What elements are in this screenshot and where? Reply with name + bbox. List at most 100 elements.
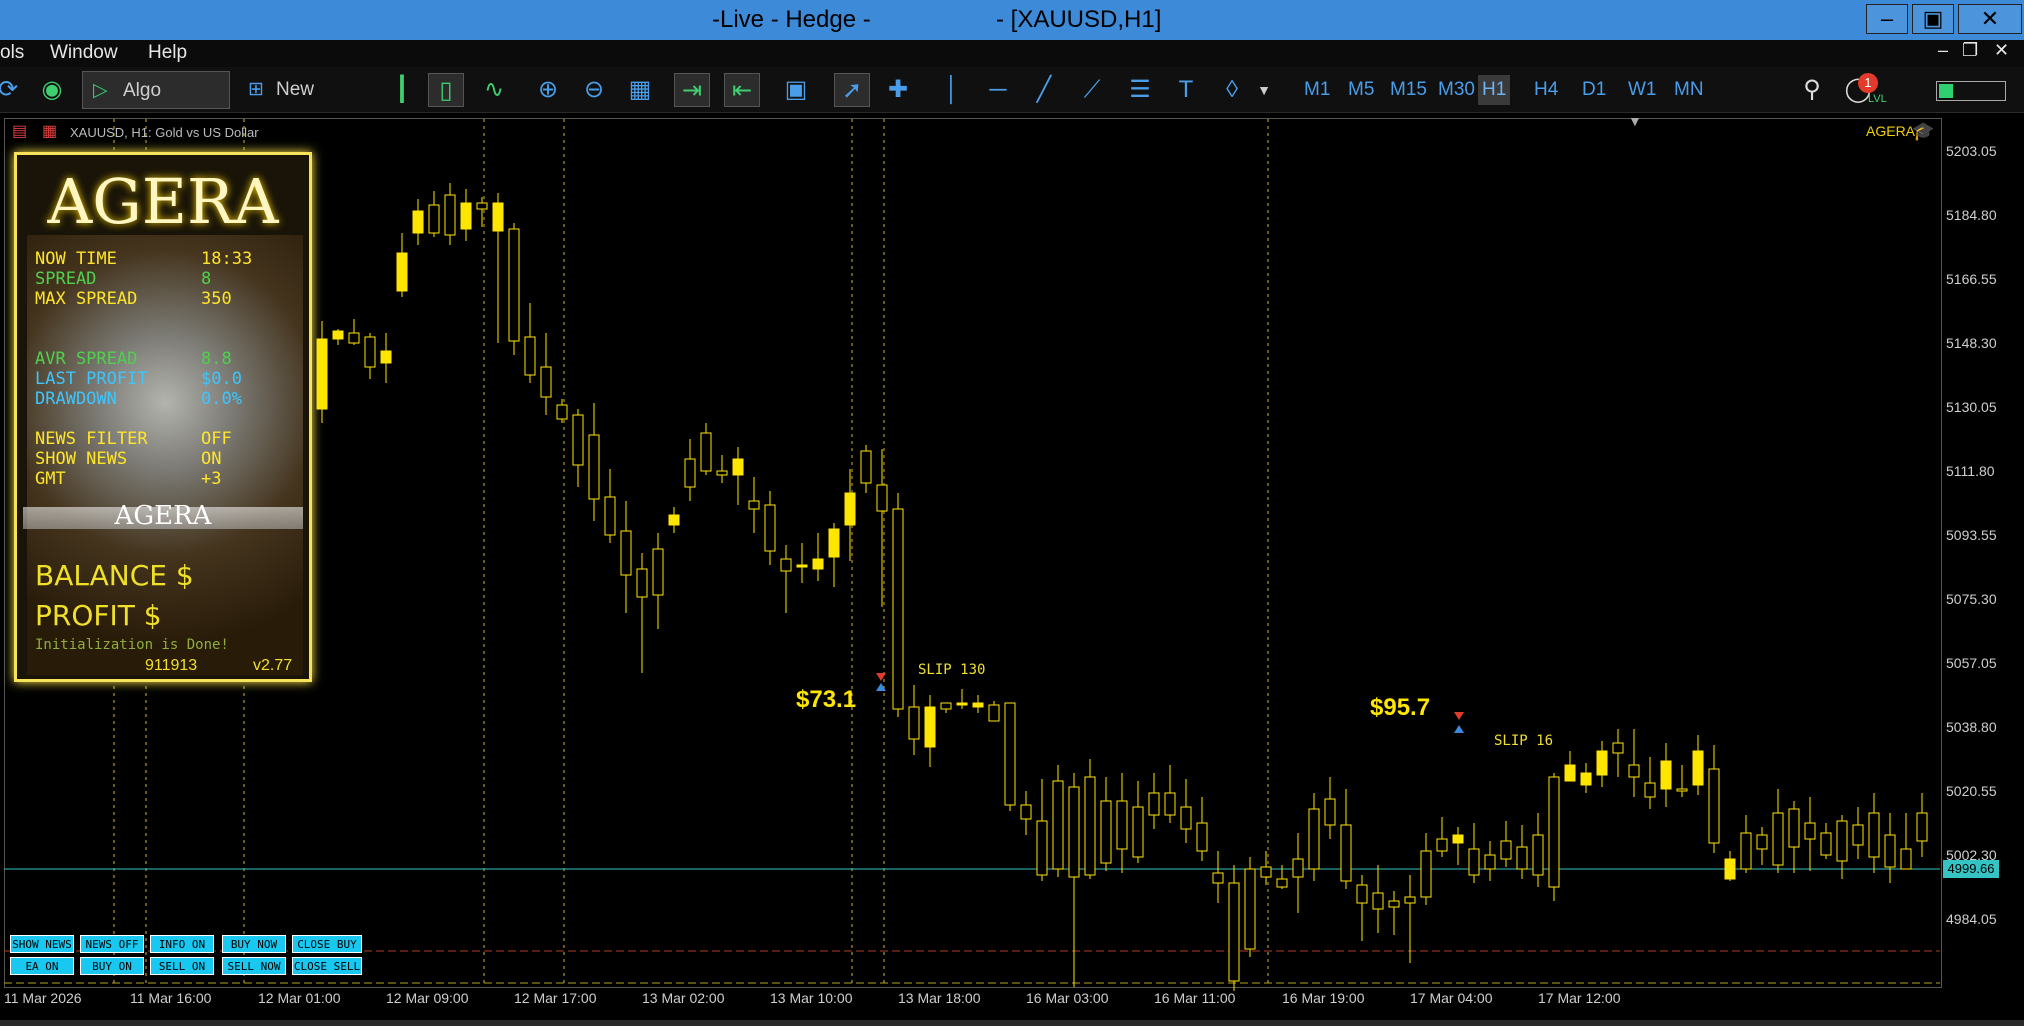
zoom-out-icon[interactable]: ⊖ <box>576 73 612 107</box>
price-axis-label: 5057.05 <box>1946 655 1997 671</box>
menu-item-tools[interactable]: ols <box>0 42 24 64</box>
tf-m1[interactable]: M1 <box>1300 75 1334 105</box>
chart-shift-icon[interactable]: ⇤ <box>724 73 760 107</box>
refresh-icon[interactable]: ⟳ <box>0 73 26 107</box>
candle-body <box>636 568 648 598</box>
candle-body <box>988 704 1000 722</box>
candle-body <box>1308 808 1320 870</box>
maximize-button[interactable]: ▣ <box>1912 4 1954 34</box>
candle-body <box>1756 834 1768 850</box>
child-close-icon[interactable]: ✕ <box>1994 40 2009 61</box>
time-axis-label: 12 Mar 01:00 <box>258 990 341 1006</box>
menu-item-help[interactable]: Help <box>148 42 187 64</box>
candle-body <box>924 706 936 748</box>
time-axis-label: 16 Mar 03:00 <box>1026 990 1109 1006</box>
info-on-button[interactable]: INFO ON <box>150 935 214 953</box>
panel-title: AGERA <box>47 165 279 238</box>
channel-icon[interactable]: ⟋ <box>1074 73 1110 107</box>
close-buy-button[interactable]: CLOSE BUY <box>292 935 362 953</box>
candle-body <box>444 194 456 236</box>
candle-body <box>1596 750 1608 776</box>
fibonacci-icon[interactable]: ☰ <box>1122 73 1158 107</box>
line-chart-icon[interactable]: ∿ <box>476 73 512 107</box>
panel-row-label: DRAWDOWN <box>35 389 117 409</box>
shapes-icon[interactable]: ◊ <box>1214 73 1250 107</box>
tf-h4[interactable]: H4 <box>1530 75 1562 105</box>
child-minimize-icon[interactable]: – <box>1938 40 1948 61</box>
trendline-icon[interactable]: ╱ <box>1026 73 1062 107</box>
play-icon: ▷ <box>93 80 108 101</box>
sell-on-button[interactable]: SELL ON <box>150 957 214 975</box>
child-restore-icon[interactable]: ❐ <box>1962 40 1978 61</box>
candle-body <box>1004 702 1016 806</box>
candle-body <box>1852 824 1864 846</box>
candle-body <box>748 500 760 510</box>
vertical-line-icon[interactable]: │ <box>934 73 970 107</box>
candle-body <box>556 404 568 420</box>
candle-body <box>1484 854 1496 870</box>
news-off-button[interactable]: NEWS OFF <box>80 935 144 953</box>
time-axis-label: 13 Mar 02:00 <box>642 990 725 1006</box>
tf-d1[interactable]: D1 <box>1578 75 1610 105</box>
time-axis-label: 17 Mar 04:00 <box>1410 990 1493 1006</box>
tf-m5[interactable]: M5 <box>1344 75 1378 105</box>
screenshot-icon[interactable]: ▣ <box>778 73 814 107</box>
candle-body <box>956 702 968 706</box>
ea-on-button[interactable]: EA ON <box>10 957 74 975</box>
zoom-in-icon[interactable]: ⊕ <box>530 73 566 107</box>
menu-item-window[interactable]: Window <box>50 42 118 64</box>
candle-body <box>348 332 360 344</box>
horizontal-line-icon[interactable]: ─ <box>980 73 1016 107</box>
auto-scroll-icon[interactable]: ⇥ <box>674 73 710 107</box>
candle-body <box>1436 838 1448 852</box>
panel-row-value: OFF <box>201 429 232 449</box>
time-axis-label: 13 Mar 18:00 <box>898 990 981 1006</box>
trade-slip-label: SLIP 130 <box>918 662 986 678</box>
panel-row-label: MAX SPREAD <box>35 289 138 309</box>
algo-trading-button[interactable]: ▷ Algo Trading <box>82 71 230 139</box>
candlestick-chart-icon[interactable]: ▯ <box>428 73 464 107</box>
show-news-button[interactable]: SHOW NEWS <box>10 935 74 953</box>
grid-icon[interactable]: ▦ <box>622 73 658 107</box>
candle-body <box>1388 900 1400 908</box>
candle-body <box>972 702 984 708</box>
tf-h1[interactable]: H1 <box>1478 75 1511 105</box>
minimize-button[interactable]: – <box>1866 4 1908 34</box>
candle-body <box>1884 834 1896 868</box>
bar-chart-icon[interactable]: ┃ <box>384 73 420 107</box>
candle-body <box>908 706 920 740</box>
panel-row-label: AVR SPREAD <box>35 349 138 369</box>
crosshair-icon[interactable]: ✚ <box>880 73 916 107</box>
candle-body <box>684 458 696 488</box>
close-button[interactable]: ✕ <box>1958 4 2022 34</box>
close-sell-button[interactable]: CLOSE SELL <box>292 957 362 975</box>
title-bar: -Live - Hedge - - [XAUUSD,H1] – ▣ ✕ <box>0 0 2024 40</box>
tf-m30[interactable]: M30 <box>1434 75 1479 105</box>
chevron-down-icon[interactable]: ▼ <box>1246 73 1282 107</box>
candle-body <box>1580 772 1592 786</box>
sell-now-button[interactable]: SELL NOW <box>222 957 286 975</box>
text-icon[interactable]: T <box>1168 73 1204 107</box>
candle-body <box>652 548 664 596</box>
tf-mn[interactable]: MN <box>1670 75 1708 105</box>
time-axis-label: 12 Mar 09:00 <box>386 990 469 1006</box>
cursor-icon[interactable]: ➚ <box>834 73 870 107</box>
candle-body <box>1100 800 1112 864</box>
account-number: 911913 <box>145 657 198 674</box>
panel-row-label: GMT <box>35 469 66 489</box>
candle-body <box>1532 834 1544 876</box>
buy-now-button[interactable]: BUY NOW <box>222 935 286 953</box>
tf-m15[interactable]: M15 <box>1386 75 1431 105</box>
time-axis-label: 16 Mar 19:00 <box>1282 990 1365 1006</box>
candle-body <box>1836 820 1848 862</box>
candle-body <box>1740 832 1752 870</box>
buy-on-button[interactable]: BUY ON <box>80 957 144 975</box>
tf-w1[interactable]: W1 <box>1624 75 1661 105</box>
globe-add-icon[interactable]: ◉ <box>34 73 70 107</box>
panel-row-label: SHOW NEWS <box>35 449 128 469</box>
panel-row-value: +3 <box>201 469 222 489</box>
new-order-button[interactable]: ⊞ New Order <box>244 71 366 138</box>
time-axis-label: 12 Mar 17:00 <box>514 990 597 1006</box>
search-icon[interactable]: ⚲ <box>1794 73 1830 107</box>
candle-body <box>1804 822 1816 840</box>
